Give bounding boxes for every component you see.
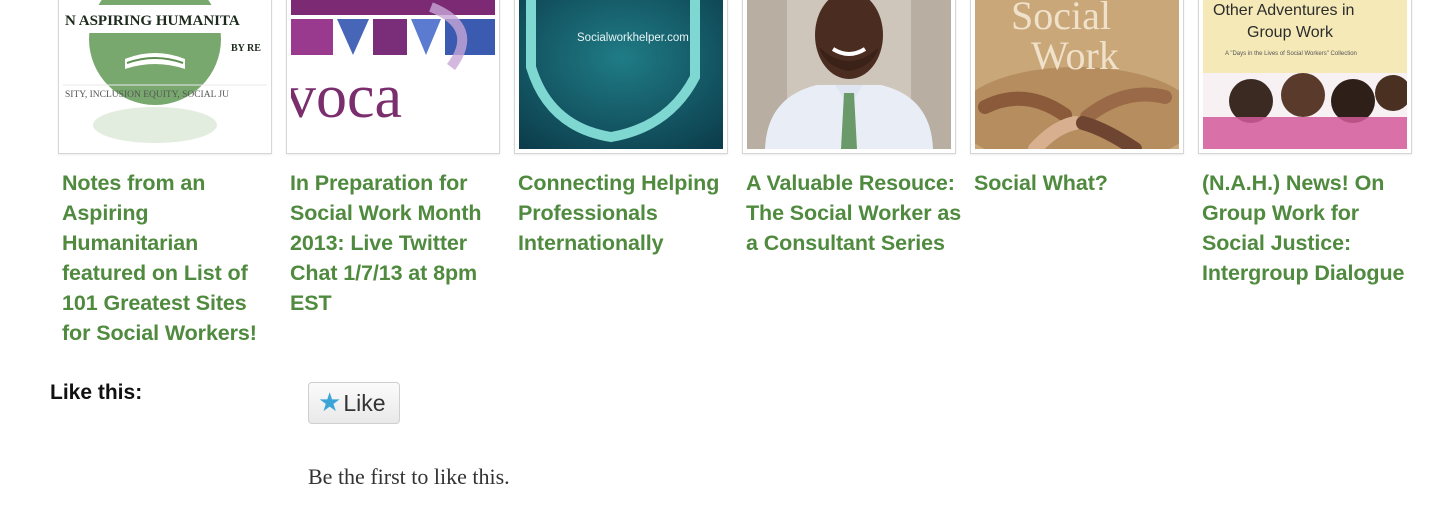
advocacy-graphic-image: voca (291, 0, 495, 149)
svg-text:N ASPIRING HUMANITA: N ASPIRING HUMANITA (65, 13, 240, 29)
group-work-book-cover-image: Other Adventures in Group Work A "Days i… (1203, 0, 1407, 149)
svg-text:A "Days in the Lives of Social: A "Days in the Lives of Social Workers" … (1225, 51, 1357, 57)
social-work-hands-image: Social Work (975, 0, 1179, 149)
humanitarian-logo-image: N ASPIRING HUMANITA BY RE SITY, INCLUSIO… (63, 0, 267, 149)
related-posts: N ASPIRING HUMANITA BY RE SITY, INCLUSIO… (0, 0, 1433, 360)
svg-text:Socialworkhelper.com: Socialworkhelper.com (577, 32, 689, 44)
svg-text:Group Work: Group Work (1247, 24, 1334, 41)
like-heading: Like this: (50, 381, 143, 404)
star-icon: ★ (318, 387, 342, 417)
svg-text:voca: voca (291, 63, 402, 131)
related-post-thumbnail[interactable]: Social Work (970, 0, 1184, 154)
related-post-link[interactable]: Social What? (974, 168, 1192, 198)
related-post-thumbnail[interactable]: N ASPIRING HUMANITA BY RE SITY, INCLUSIO… (58, 0, 272, 154)
related-post-thumbnail[interactable] (742, 0, 956, 154)
related-post-link[interactable]: (N.A.H.) News! On Group Work for Social … (1202, 168, 1420, 288)
related-post-link[interactable]: In Preparation for Social Work Month 201… (290, 168, 508, 318)
portrait-photo-image (747, 0, 951, 149)
like-button-label: Like (343, 389, 386, 416)
like-button[interactable]: ★ Like (308, 382, 400, 424)
like-message: Be the first to like this. (308, 464, 510, 489)
related-post-link[interactable]: Connecting Helping Professionals Interna… (518, 168, 736, 258)
related-post-thumbnail[interactable]: voca (286, 0, 500, 154)
related-post-link[interactable]: A Valuable Resouce: The Social Worker as… (746, 168, 964, 258)
related-post-thumbnail[interactable]: Socialworkhelper.com (514, 0, 728, 154)
svg-text:Other Adventures in: Other Adventures in (1213, 2, 1354, 19)
svg-text:Work: Work (1031, 33, 1119, 78)
socialworkhelper-logo-image: Socialworkhelper.com (519, 0, 723, 149)
svg-text:BY RE: BY RE (231, 43, 261, 54)
related-post-thumbnail[interactable]: Other Adventures in Group Work A "Days i… (1198, 0, 1412, 154)
related-post-link[interactable]: Notes from an Aspiring Humanitarian feat… (62, 168, 280, 348)
svg-text:SITY, INCLUSION EQUITY, SOCIAL: SITY, INCLUSION EQUITY, SOCIAL JU (65, 90, 229, 100)
